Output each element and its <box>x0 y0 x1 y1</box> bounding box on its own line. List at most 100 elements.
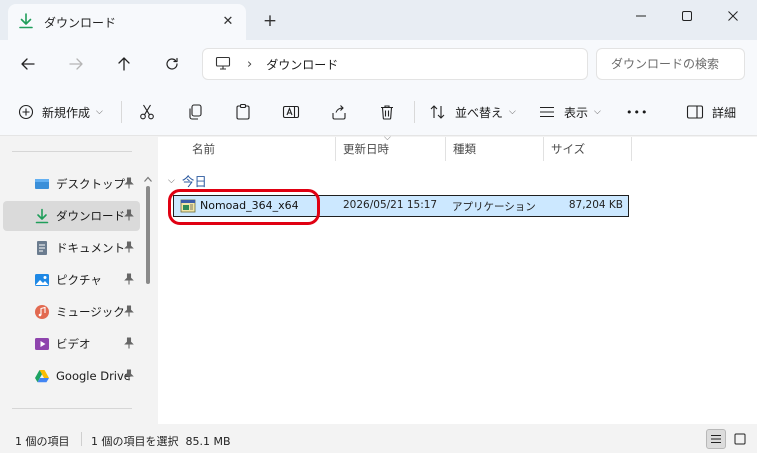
sort-button[interactable]: 並べ替え ⌵ <box>429 100 516 124</box>
refresh-icon <box>166 57 178 70</box>
group-label: 今日 <box>181 174 207 189</box>
new-button[interactable]: 新規作成 ⌵ <box>18 100 103 124</box>
tab-close-icon[interactable]: ✕ <box>220 14 236 30</box>
download-icon <box>18 12 34 32</box>
search-input[interactable]: ダウンロードの検索 <box>596 48 745 80</box>
navigation-pane: デスクトップ ダウンロード ドキュメント ピクチャ ミュージック ビデオ Goo… <box>0 137 158 424</box>
column-divider <box>631 137 632 161</box>
more-button[interactable]: ••• <box>626 100 648 124</box>
group-header-today[interactable]: ⌵ 今日 <box>168 171 207 190</box>
minimize-icon <box>636 15 646 17</box>
divider <box>121 101 122 123</box>
minimize-button[interactable] <box>619 0 663 32</box>
trash-icon <box>381 105 393 120</box>
sidebar-item-label: ピクチャ <box>56 273 102 287</box>
details-view-button[interactable] <box>706 429 726 449</box>
file-modified: 2026/05/21 15:17 <box>343 199 438 211</box>
copy-button[interactable] <box>186 100 204 124</box>
delete-button[interactable] <box>378 100 396 124</box>
sidebar-item-downloads[interactable]: ダウンロード <box>3 201 140 231</box>
sidebar-scrollbar[interactable] <box>146 186 150 284</box>
details-view-icon <box>711 435 721 443</box>
video-icon <box>34 336 50 352</box>
close-button[interactable] <box>711 0 755 32</box>
navigation-bar: › ダウンロード ダウンロードの検索 <box>0 40 757 88</box>
sidebar-item-label: ダウンロード <box>56 209 125 223</box>
computer-icon <box>215 55 231 74</box>
new-tab-button[interactable]: + <box>262 13 278 30</box>
column-header-label: 更新日時 <box>343 142 389 156</box>
sidebar-item-pictures[interactable]: ピクチャ <box>3 265 140 295</box>
share-icon <box>332 105 346 120</box>
item-count: 1 個の項目 <box>15 435 70 448</box>
scissors-icon <box>140 104 154 120</box>
column-header-type[interactable]: 種類 <box>445 137 543 163</box>
sidebar-item-music[interactable]: ミュージック <box>3 297 140 327</box>
forward-button[interactable] <box>64 52 88 76</box>
arrow-right-icon <box>69 58 83 70</box>
address-bar[interactable]: › ダウンロード <box>202 48 588 80</box>
details-button-label: 詳細 <box>712 105 737 120</box>
details-button[interactable]: 詳細 <box>686 100 736 124</box>
breadcrumb-separator[interactable]: › <box>247 57 252 72</box>
desktop-icon <box>34 176 50 192</box>
close-icon <box>728 11 738 21</box>
new-button-label: 新規作成 <box>42 105 91 120</box>
more-icon: ••• <box>626 105 649 119</box>
divider <box>12 151 132 152</box>
rename-button[interactable] <box>282 100 300 124</box>
arrow-left-icon <box>21 58 35 70</box>
breadcrumb-downloads[interactable]: ダウンロード <box>266 56 338 73</box>
file-name: Nomoad_364_x64 <box>200 199 299 212</box>
view-button-label: 表示 <box>564 105 589 120</box>
refresh-button[interactable] <box>160 52 184 76</box>
sort-button-label: 並べ替え <box>455 105 504 120</box>
paste-button[interactable] <box>234 100 252 124</box>
sidebar-item-documents[interactable]: ドキュメント <box>3 233 140 263</box>
sort-descending-icon: ⌵ <box>384 133 391 143</box>
divider <box>81 432 82 446</box>
pin-icon <box>124 305 134 320</box>
tiles-view-button[interactable] <box>730 429 750 449</box>
sidebar-item-videos[interactable]: ビデオ <box>3 329 140 359</box>
view-icon <box>540 106 554 118</box>
sidebar-item-desktop[interactable]: デスクトップ <box>3 169 140 199</box>
column-header-size[interactable]: サイズ <box>543 137 631 163</box>
copy-icon <box>189 104 202 120</box>
column-header-name[interactable]: 名前 <box>184 137 336 163</box>
arrow-up-icon <box>118 57 130 71</box>
pictures-icon <box>34 272 50 288</box>
tab-downloads[interactable]: ダウンロード ✕ <box>8 4 246 40</box>
google-drive-icon <box>34 368 50 384</box>
file-size: 87,204 KB <box>568 199 623 211</box>
rename-icon <box>282 105 300 119</box>
up-button[interactable] <box>112 52 136 76</box>
sidebar-item-label: ビデオ <box>56 337 91 351</box>
scroll-up-arrow[interactable] <box>143 172 153 182</box>
file-row[interactable]: Nomoad_364_x64 2026/05/21 15:17 アプリケーション… <box>173 195 629 217</box>
sidebar-item-label: Google Drive <box>56 369 131 383</box>
divider <box>414 101 415 123</box>
view-button[interactable]: 表示 ⌵ <box>538 100 601 124</box>
plus-circle-icon <box>18 104 34 120</box>
music-icon <box>34 304 50 320</box>
pin-icon <box>124 369 134 384</box>
clipboard-icon <box>236 103 250 120</box>
pin-icon <box>124 241 134 256</box>
pin-icon <box>124 209 134 224</box>
sidebar-item-label: ミュージック <box>56 305 125 319</box>
share-button[interactable] <box>330 100 348 124</box>
sidebar-item-google-drive[interactable]: Google Drive <box>3 361 140 391</box>
application-icon <box>180 198 196 217</box>
file-list-pane: 名前 更新日時 ⌵ 種類 サイズ ⌵ 今日 Nomoad_364_x64 202… <box>158 133 757 424</box>
maximize-button[interactable] <box>665 0 709 32</box>
maximize-icon <box>682 11 692 21</box>
cut-button[interactable] <box>138 100 156 124</box>
chevron-down-icon: ⌵ <box>509 107 516 117</box>
file-type: アプリケーション <box>452 201 536 213</box>
sidebar-item-label: ドキュメント <box>56 241 125 255</box>
sort-icon <box>430 105 445 119</box>
chevron-down-icon: ⌵ <box>168 175 175 186</box>
sidebar-item-label: デスクトップ <box>56 177 125 191</box>
back-button[interactable] <box>16 52 40 76</box>
